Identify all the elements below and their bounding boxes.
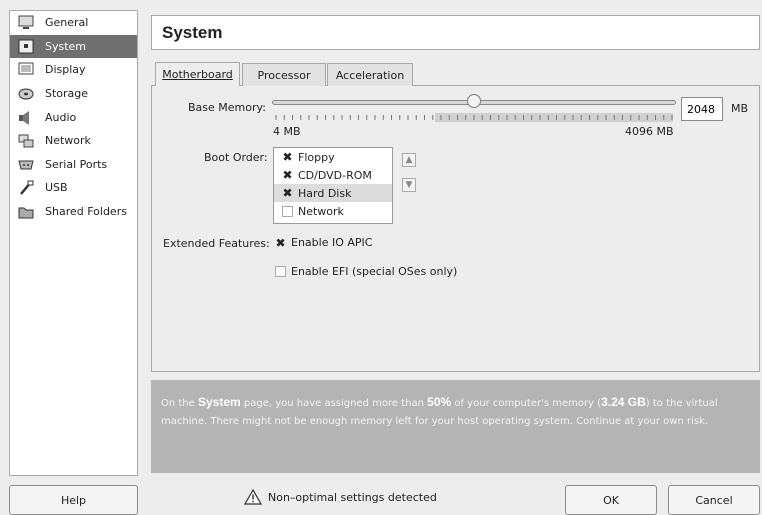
boot-item-checkbox[interactable]: ✖ — [282, 151, 293, 163]
io-apic-checkbox[interactable]: ✖ — [275, 237, 286, 249]
memory-slider-ticks — [275, 113, 673, 122]
boot-item-floppy[interactable]: ✖ Floppy — [274, 148, 392, 166]
serial-icon — [16, 156, 36, 172]
sidebar-item-label: USB — [45, 181, 68, 195]
io-apic-checkbox-row[interactable]: ✖ Enable IO APIC — [275, 236, 372, 249]
efi-checkbox-row[interactable]: Enable EFI (special OSes only) — [275, 265, 457, 278]
sidebar-item-general[interactable]: General — [10, 11, 137, 35]
boot-item-label: Network — [298, 204, 344, 218]
folder-icon — [16, 204, 36, 220]
boot-order-label: Boot Order: — [204, 151, 268, 164]
memory-unit-label: MB — [731, 102, 749, 115]
settings-sidebar: General System Display Storage Audio Network S… — [9, 10, 138, 476]
boot-item-label: CD/DVD-ROM — [298, 168, 372, 182]
memory-max-label: 4096 MB — [625, 125, 674, 138]
sidebar-item-audio[interactable]: Audio — [10, 105, 137, 129]
io-apic-label: Enable IO APIC — [291, 236, 373, 249]
sidebar-item-label: Display — [45, 63, 86, 77]
sidebar-item-label: Serial Ports — [45, 157, 108, 171]
boot-item-label: Floppy — [298, 150, 335, 164]
memory-value-input[interactable] — [681, 97, 723, 121]
sidebar-item-system[interactable]: System — [10, 34, 137, 59]
disk-icon — [16, 86, 36, 102]
tab-acceleration[interactable]: Acceleration — [327, 63, 413, 86]
sidebar-item-display[interactable]: Display — [10, 58, 137, 82]
speaker-icon — [16, 109, 36, 125]
boot-item-checkbox[interactable] — [282, 205, 293, 217]
warning-message: On the System page, you have assigned mo… — [151, 380, 760, 473]
warning-icon — [244, 489, 262, 505]
page-title: System — [151, 15, 760, 50]
memory-min-label: 4 MB — [273, 125, 301, 138]
display-icon — [16, 62, 36, 78]
ok-button[interactable]: OK — [565, 485, 657, 515]
chip-icon — [16, 38, 36, 54]
sidebar-item-usb[interactable]: USB — [10, 176, 137, 200]
sidebar-item-network[interactable]: Network — [10, 129, 137, 153]
help-button[interactable]: Help — [9, 485, 138, 515]
extended-features-label: Extended Features: — [163, 237, 270, 250]
boot-item-cd-dvd-rom[interactable]: ✖ CD/DVD-ROM — [274, 166, 392, 184]
sidebar-item-shared-folders[interactable]: Shared Folders — [10, 200, 137, 224]
monitor-icon — [16, 15, 36, 31]
sidebar-item-label: Shared Folders — [45, 205, 127, 219]
move-down-button[interactable]: ▼ — [402, 178, 416, 192]
sidebar-item-label: General — [45, 16, 89, 30]
boot-item-checkbox[interactable]: ✖ — [282, 169, 293, 181]
boot-item-label: Hard Disk — [298, 186, 352, 200]
efi-checkbox[interactable] — [275, 266, 286, 277]
efi-label: Enable EFI (special OSes only) — [291, 265, 458, 278]
slider-warning-zone — [435, 113, 673, 122]
cancel-button[interactable]: Cancel — [668, 485, 760, 515]
warning-page-name: System — [197, 395, 241, 409]
warning-percent: 50% — [427, 395, 452, 409]
arrow-down-icon: ▼ — [405, 180, 413, 190]
boot-order-list[interactable]: ✖ Floppy ✖ CD/DVD-ROM ✖ Hard Disk Network — [273, 147, 393, 224]
warning-amount: 3.24 GB — [601, 395, 646, 409]
memory-slider-handle[interactable] — [466, 94, 481, 108]
network-icon — [16, 133, 36, 149]
boot-item-hard-disk[interactable]: ✖ Hard Disk — [274, 184, 392, 202]
sidebar-item-storage[interactable]: Storage — [10, 82, 137, 106]
move-up-button[interactable]: ▲ — [402, 153, 416, 167]
arrow-up-icon: ▲ — [405, 155, 413, 165]
tab-motherboard[interactable]: Motherboard — [155, 62, 240, 86]
status-message: Non–optimal settings detected — [244, 489, 437, 505]
boot-item-network[interactable]: Network — [274, 202, 392, 220]
sidebar-item-label: Storage — [45, 87, 89, 101]
sidebar-item-label: Audio — [45, 110, 77, 124]
sidebar-item-label: Network — [45, 134, 91, 148]
boot-item-checkbox[interactable]: ✖ — [282, 187, 293, 199]
base-memory-label: Base Memory: — [188, 101, 266, 114]
tab-processor[interactable]: Processor — [242, 63, 326, 86]
sidebar-item-serial-ports[interactable]: Serial Ports — [10, 153, 137, 177]
usb-icon — [16, 180, 36, 196]
sidebar-item-label: System — [45, 39, 87, 53]
